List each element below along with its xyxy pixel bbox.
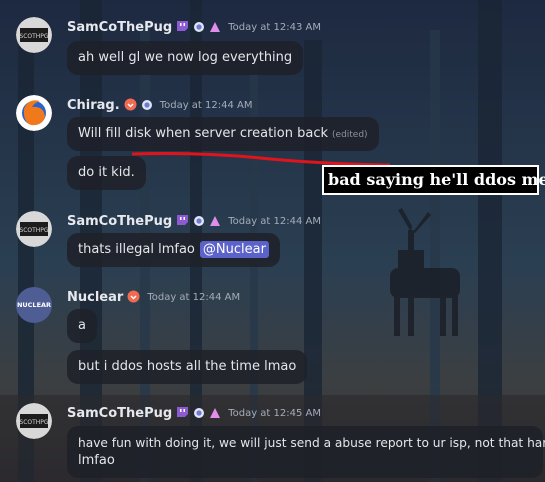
twitch-badge-icon: [176, 404, 189, 423]
avatar[interactable]: SCOTHPG: [16, 403, 52, 439]
triangle-badge-icon: [209, 212, 221, 231]
hypesquad-badge-icon: [193, 404, 205, 423]
user-mention[interactable]: @Nuclear: [199, 241, 269, 258]
message-bubble: thats illegal lmfao @Nuclear: [67, 233, 280, 267]
edited-label: (edited): [332, 130, 368, 140]
message-bubble: a: [67, 309, 97, 343]
hypesquad-badge-icon: [193, 18, 205, 37]
username[interactable]: SamCoThePug: [67, 406, 172, 421]
username[interactable]: Chirag.: [67, 98, 120, 113]
svg-text:SCOTHPG: SCOTHPG: [19, 419, 49, 426]
hypesquad-badge-icon: [193, 212, 205, 231]
svg-text:SCOTHPG: SCOTHPG: [19, 227, 49, 234]
message-text: thats illegal lmfao: [78, 242, 195, 257]
triangle-badge-icon: [209, 18, 221, 37]
message-text: ah well gl we now log everything: [78, 50, 293, 65]
twitch-badge-icon: [176, 212, 189, 231]
message-bubble: but i ddos hosts all the time lmao: [67, 350, 308, 384]
timestamp: Today at 12:44 AM: [228, 215, 321, 227]
twitch-badge-icon: [176, 18, 189, 37]
avatar[interactable]: NUCLEAR: [16, 287, 52, 323]
firefox-avatar-icon[interactable]: [16, 95, 52, 131]
username[interactable]: SamCoThePug: [67, 214, 172, 229]
timestamp: Today at 12:44 AM: [159, 99, 253, 111]
message-text: do it kid.: [78, 165, 135, 180]
heart-badge-icon: [124, 96, 137, 115]
svg-text:SCOTHPG: SCOTHPG: [19, 33, 49, 40]
hypesquad-badge-icon: [141, 96, 153, 115]
avatar[interactable]: SCOTHPG: [16, 17, 52, 53]
annotation-box: bad saying he'll ddos me: [322, 165, 545, 195]
message-text: but i ddos hosts all the time lmao: [78, 359, 297, 374]
timestamp: Today at 12:43 AM: [228, 21, 321, 33]
message-bubble: have fun with doing it, we will just sen…: [67, 426, 545, 478]
username[interactable]: SamCoThePug: [67, 20, 172, 35]
heart-badge-icon: [127, 288, 140, 307]
timestamp: Today at 12:45 AM: [228, 407, 321, 419]
message-text: a: [78, 318, 86, 333]
avatar[interactable]: SCOTHPG: [16, 211, 52, 247]
triangle-badge-icon: [209, 404, 221, 423]
message-bubble: do it kid.: [67, 156, 146, 190]
avatar-label: NUCLEAR: [16, 301, 52, 309]
message-text: have fun with doing it, we will just sen…: [78, 436, 545, 450]
message-bubble: Will fill disk when server creation back…: [67, 117, 379, 151]
timestamp: Today at 12:44 AM: [147, 291, 241, 303]
message-text: Will fill disk when server creation back: [78, 126, 329, 141]
message-text: lmfao: [78, 453, 115, 468]
username[interactable]: Nuclear: [67, 290, 123, 305]
message-bubble: ah well gl we now log everything: [67, 41, 304, 75]
